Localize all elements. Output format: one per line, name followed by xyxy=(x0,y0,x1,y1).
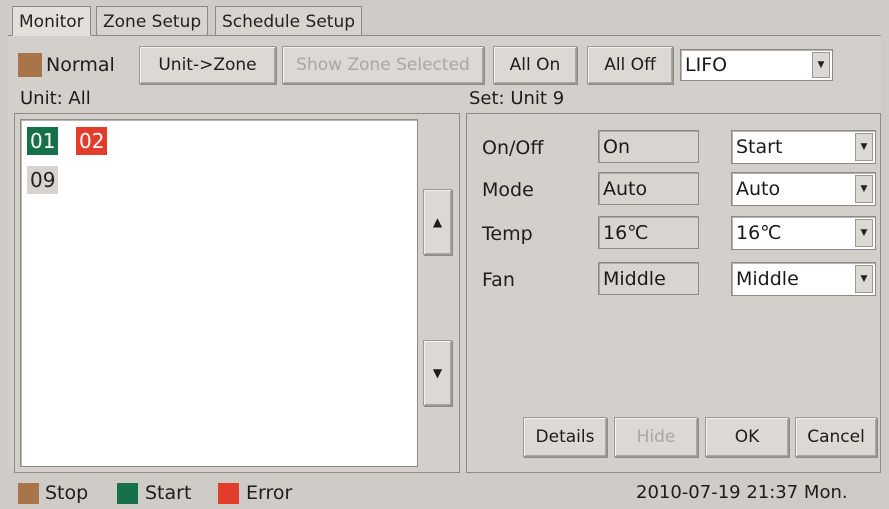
onoff-label: On/Off xyxy=(482,137,544,159)
arrow-up-icon: ▲ xyxy=(432,215,443,229)
set-panel-title: Set: Unit 9 xyxy=(469,88,565,109)
start-color-swatch xyxy=(117,483,138,504)
scroll-up-button[interactable]: ▲ xyxy=(423,189,452,255)
temp-select-value: 16℃ xyxy=(736,221,782,244)
temp-select[interactable]: 16℃ ▼ xyxy=(731,216,876,250)
error-color-swatch xyxy=(218,483,239,504)
order-select[interactable]: LIFO ▼ xyxy=(680,49,833,81)
mode-current-value: Auto xyxy=(598,172,699,205)
fan-current-value: Middle xyxy=(598,262,699,295)
mode-select-value: Auto xyxy=(736,177,781,200)
unit-tile-09[interactable]: 09 xyxy=(27,166,59,194)
unit-to-zone-button[interactable]: Unit->Zone xyxy=(139,46,276,84)
show-zone-selected-button[interactable]: Show Zone Selected xyxy=(282,46,484,84)
cancel-button[interactable]: Cancel xyxy=(795,417,877,457)
onoff-select-value: Start xyxy=(736,135,783,158)
start-legend-label: Start xyxy=(145,482,192,504)
chevron-down-icon[interactable]: ▼ xyxy=(855,219,873,247)
datetime-readout: 2010-07-19 21:37 Mon. xyxy=(636,482,848,503)
fan-select-value: Middle xyxy=(736,267,799,290)
fan-label: Fan xyxy=(482,269,515,291)
unit-list[interactable] xyxy=(20,119,418,467)
unit-panel-title: Unit: All xyxy=(20,88,91,109)
arrow-down-icon: ▼ xyxy=(432,366,443,380)
normal-color-swatch xyxy=(18,53,42,77)
tab-schedule-setup[interactable]: Schedule Setup xyxy=(215,6,363,36)
temp-current-value: 16℃ xyxy=(598,216,699,249)
all-on-button[interactable]: All On xyxy=(493,46,577,84)
normal-legend-label: Normal xyxy=(46,54,115,76)
chevron-down-icon[interactable]: ▼ xyxy=(855,175,873,203)
fan-select[interactable]: Middle ▼ xyxy=(731,262,876,296)
chevron-down-icon[interactable]: ▼ xyxy=(855,133,873,161)
chevron-down-icon[interactable]: ▼ xyxy=(855,265,873,293)
onoff-current-value: On xyxy=(598,130,699,163)
tab-zone-setup[interactable]: Zone Setup xyxy=(96,6,209,36)
details-button[interactable]: Details xyxy=(523,417,607,457)
mode-label: Mode xyxy=(482,179,534,201)
mode-select[interactable]: Auto ▼ xyxy=(731,172,876,206)
onoff-select[interactable]: Start ▼ xyxy=(731,130,876,164)
hide-button[interactable]: Hide xyxy=(614,417,698,457)
temp-label: Temp xyxy=(482,223,533,245)
unit-tile-02[interactable]: 02 xyxy=(76,127,108,155)
all-off-button[interactable]: All Off xyxy=(587,46,673,84)
stop-color-swatch xyxy=(18,483,39,504)
unit-tile-01[interactable]: 01 xyxy=(27,127,59,155)
stop-legend-label: Stop xyxy=(45,482,89,504)
ok-button[interactable]: OK xyxy=(705,417,789,457)
chevron-down-icon[interactable]: ▼ xyxy=(812,52,830,78)
error-legend-label: Error xyxy=(246,482,293,504)
scroll-down-button[interactable]: ▼ xyxy=(423,340,452,406)
tab-monitor[interactable]: Monitor xyxy=(12,6,91,36)
order-select-value: LIFO xyxy=(685,53,728,76)
